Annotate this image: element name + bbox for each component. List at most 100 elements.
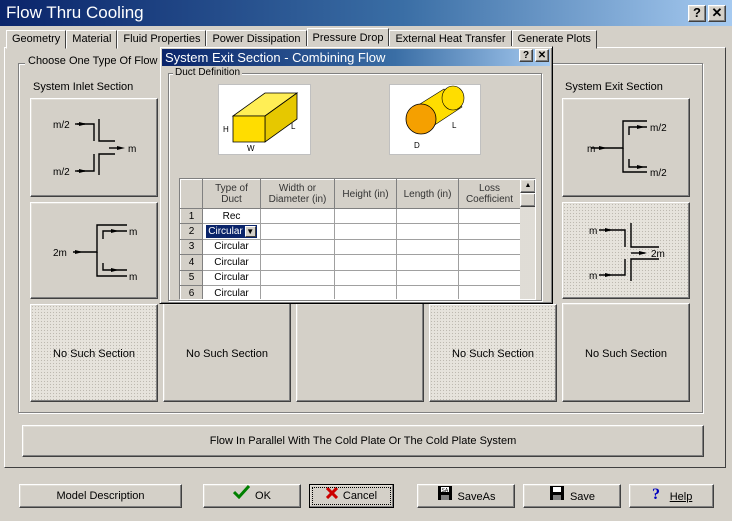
dialog-close-icon: ✕: [537, 50, 547, 61]
no-such-section-label: No Such Section: [452, 348, 534, 361]
no-such-section-tile-4[interactable]: No Such Section: [562, 303, 690, 402]
cancel-button[interactable]: Cancel: [309, 484, 394, 508]
dialog-help-button[interactable]: ?: [519, 49, 533, 62]
table-row: 6 Circular: [180, 284, 521, 299]
grid-vertical-scrollbar[interactable]: ▲: [520, 179, 535, 299]
header-length[interactable]: Length (in): [396, 179, 459, 209]
no-such-section-label: No Such Section: [53, 348, 135, 361]
empty-section-tile[interactable]: [296, 303, 424, 402]
loss-cell[interactable]: [458, 238, 521, 256]
svg-text:?: ?: [652, 486, 660, 501]
help-button[interactable]: ? Help: [629, 484, 714, 508]
header-width-diameter[interactable]: Width or Diameter (in): [260, 179, 335, 209]
inlet-split-mid-label: m: [128, 144, 136, 155]
inlet-combine-left-label: 2m: [53, 248, 67, 259]
height-cell[interactable]: [334, 284, 397, 299]
table-row: 2 Circular ▼: [180, 223, 521, 240]
scroll-up-arrow-icon[interactable]: ▲: [520, 179, 535, 193]
length-cell[interactable]: [396, 254, 459, 271]
rect-h-label: H: [223, 125, 229, 134]
height-cell[interactable]: [334, 223, 397, 240]
close-window-button[interactable]: ✕: [708, 5, 726, 22]
row-number: 3: [180, 238, 203, 256]
ok-label: OK: [255, 490, 271, 503]
no-such-section-label: No Such Section: [585, 347, 667, 360]
width-cell[interactable]: [260, 269, 335, 286]
inlet-split-bottom-label: m/2: [53, 167, 70, 178]
rectangular-duct-image: H W L: [218, 84, 311, 155]
tab-material[interactable]: Material: [66, 30, 118, 49]
duct-type-dropdown[interactable]: Circular ▼: [206, 225, 257, 239]
circular-duct-image: D L: [389, 84, 481, 155]
header-height[interactable]: Height (in): [334, 179, 397, 209]
height-cell[interactable]: [334, 207, 397, 225]
length-cell[interactable]: [396, 238, 459, 256]
width-cell[interactable]: [260, 207, 335, 225]
height-cell[interactable]: [334, 269, 397, 286]
save-as-label: SaveAs: [457, 491, 496, 503]
no-such-section-tile-1[interactable]: No Such Section: [30, 304, 158, 402]
duct-type-cell[interactable]: Circular: [202, 254, 261, 271]
length-cell[interactable]: [396, 207, 459, 225]
loss-cell[interactable]: [458, 284, 521, 299]
exit-combine-bottom-label: m: [589, 271, 597, 282]
duct-grid[interactable]: Type of Duct Width or Diameter (in) Heig…: [179, 178, 536, 300]
no-such-section-tile-3[interactable]: No Such Section: [429, 304, 557, 402]
table-row: 4 Circular: [180, 254, 521, 271]
model-description-button[interactable]: Model Description: [19, 484, 182, 508]
save-as-button[interactable]: SA SaveAs: [417, 484, 515, 508]
ok-button[interactable]: OK: [203, 484, 301, 508]
exit-split-flow-option[interactable]: m m/2 m/2: [562, 98, 690, 197]
exit-split-bottom-label: m/2: [650, 168, 667, 179]
duct-type-cell-selected[interactable]: Circular ▼: [202, 223, 261, 240]
header-type-of-duct[interactable]: Type of Duct: [202, 179, 261, 209]
width-cell[interactable]: [260, 284, 335, 299]
duct-type-cell[interactable]: Circular: [202, 238, 261, 256]
dialog-close-button[interactable]: ✕: [535, 49, 549, 62]
loss-cell[interactable]: [458, 207, 521, 225]
rect-l-label: L: [291, 122, 296, 131]
model-description-label: Model Description: [56, 490, 145, 503]
dialog-help-glyph: ?: [522, 50, 530, 61]
loss-cell[interactable]: [458, 223, 521, 240]
dropdown-arrow-icon[interactable]: ▼: [244, 226, 256, 238]
loss-cell[interactable]: [458, 254, 521, 271]
no-such-section-label: No Such Section: [186, 347, 268, 360]
tab-geometry[interactable]: Geometry: [6, 30, 67, 49]
save-button[interactable]: Save: [523, 484, 621, 508]
flow-type-legend: Choose One Type Of Flow (: [25, 55, 168, 67]
rect-w-label: W: [247, 144, 255, 153]
header-loss-coefficient[interactable]: Loss Coefficient: [458, 179, 521, 209]
dialog-title-bar: System Exit Section - Combining Flow: [162, 49, 550, 66]
height-cell[interactable]: [334, 254, 397, 271]
width-cell[interactable]: [260, 254, 335, 271]
corner-header: [180, 179, 203, 209]
save-disk-icon: [549, 485, 565, 509]
duct-type-cell[interactable]: Circular: [202, 284, 261, 299]
circ-d-label: D: [414, 141, 420, 150]
width-cell[interactable]: [260, 223, 335, 240]
inlet-split-top-label: m/2: [53, 120, 70, 131]
loss-cell[interactable]: [458, 269, 521, 286]
duct-type-cell[interactable]: Circular: [202, 269, 261, 286]
length-cell[interactable]: [396, 223, 459, 240]
circ-l-label: L: [452, 121, 457, 130]
circ-duct-drawing: D L: [405, 85, 465, 150]
no-such-section-tile-2[interactable]: No Such Section: [163, 303, 291, 402]
inlet-combine-flow-option[interactable]: 2m m m: [30, 202, 158, 299]
duct-type-cell[interactable]: Rec: [202, 207, 261, 225]
inlet-split-flow-option[interactable]: m/2 m m/2: [30, 98, 158, 197]
help-glyph: ?: [693, 5, 701, 20]
height-cell[interactable]: [334, 238, 397, 256]
rect-duct-drawing: H W L: [223, 92, 299, 153]
length-cell[interactable]: [396, 284, 459, 299]
parallel-flow-button[interactable]: Flow In Parallel With The Cold Plate Or …: [22, 425, 704, 457]
width-cell[interactable]: [260, 238, 335, 256]
help-title-button[interactable]: ?: [688, 5, 706, 22]
duct-type-value: Circular: [208, 226, 243, 238]
save-as-disk-icon: SA: [437, 485, 453, 509]
exit-combine-flow-option[interactable]: m 2m m: [562, 202, 690, 299]
duct-table: Type of Duct Width or Diameter (in) Heig…: [180, 179, 521, 299]
scroll-thumb[interactable]: [520, 193, 535, 207]
length-cell[interactable]: [396, 269, 459, 286]
